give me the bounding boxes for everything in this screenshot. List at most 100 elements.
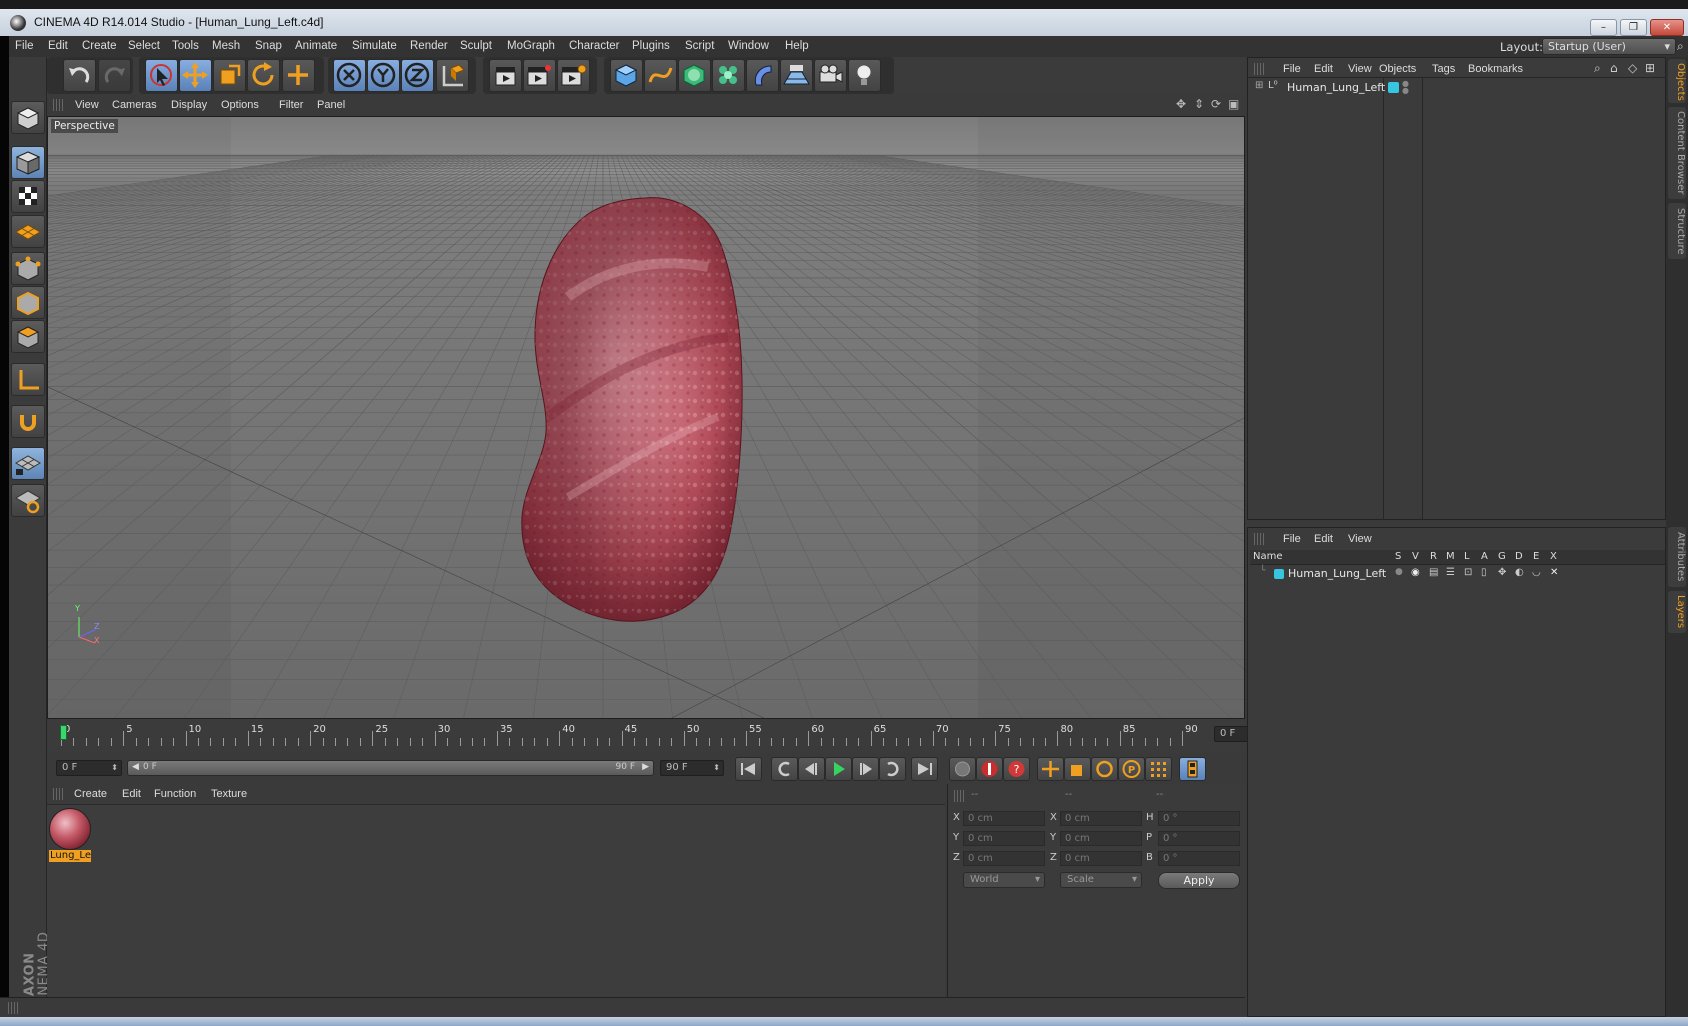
close-button[interactable]: ✕ xyxy=(1650,19,1684,36)
go-to-end-button[interactable] xyxy=(911,757,938,781)
model-mode-button[interactable] xyxy=(11,101,45,134)
menu-animate[interactable]: Animate xyxy=(295,40,337,52)
coord-size-z-field[interactable]: 0 cm xyxy=(1060,851,1142,866)
end-frame-field[interactable]: 90 F ⬍ xyxy=(660,760,724,776)
layer-color-swatch[interactable] xyxy=(1274,569,1284,579)
menu-help[interactable]: Help xyxy=(785,40,809,52)
render-view-button[interactable] xyxy=(489,59,522,92)
maximize-view-icon[interactable]: ▣ xyxy=(1228,97,1239,111)
col-expressions[interactable]: E xyxy=(1533,551,1539,562)
render-clapper-icon[interactable]: ▤ xyxy=(1429,567,1438,578)
range-left-arrow-icon[interactable]: ◀ xyxy=(132,762,139,772)
preview-range-slider[interactable]: ◀ 0 F 90 F ▶ xyxy=(127,760,654,776)
objects-menu-tags[interactable]: Tags xyxy=(1432,63,1455,75)
filter-icon[interactable]: ◇ xyxy=(1628,61,1637,75)
move-tool-button[interactable] xyxy=(179,59,212,92)
polygons-mode-button[interactable] xyxy=(11,320,45,353)
viewport-menu-view[interactable]: View xyxy=(75,99,99,111)
material-swatch-lung[interactable]: Lung_Le xyxy=(49,808,91,862)
menu-edit[interactable]: Edit xyxy=(48,40,68,52)
solo-toggle-icon[interactable]: ● xyxy=(1395,567,1403,577)
menu-script[interactable]: Script xyxy=(685,40,714,52)
coord-rot-p-field[interactable]: 0 ° xyxy=(1158,831,1240,846)
objects-menu-objects[interactable]: Objects xyxy=(1379,63,1416,75)
menu-tools[interactable]: Tools xyxy=(172,40,199,52)
key-parameter-button[interactable]: P xyxy=(1118,757,1145,781)
objects-menu-file[interactable]: File xyxy=(1283,63,1301,75)
deformer-button[interactable] xyxy=(746,59,779,92)
col-animation[interactable]: A xyxy=(1481,551,1488,562)
planar-workplane-button[interactable] xyxy=(11,484,45,517)
render-settings-button[interactable] xyxy=(557,59,590,92)
record-keys-off-button[interactable] xyxy=(949,757,976,781)
menu-window[interactable]: Window xyxy=(728,40,769,52)
redo-button[interactable] xyxy=(98,59,131,92)
key-pla-button[interactable] xyxy=(1145,757,1172,781)
human-lung-left-model[interactable] xyxy=(521,197,743,622)
objects-menu-view[interactable]: View xyxy=(1348,63,1372,75)
coord-rot-h-field[interactable]: 0 ° xyxy=(1158,811,1240,826)
col-manager[interactable]: M xyxy=(1446,551,1455,562)
menu-mesh[interactable]: Mesh xyxy=(212,40,240,52)
autokeying-button[interactable]: ? xyxy=(1003,757,1030,781)
manager-tree-icon[interactable]: ☰ xyxy=(1446,567,1455,578)
col-name[interactable]: Name xyxy=(1253,551,1283,562)
layer-row[interactable]: └ Human_Lung_Left ● ◉ ▤ ☰ ⊡ ▯ ✥ ◐ ◡ ✕ xyxy=(1250,566,1665,582)
viewport-menu-panel[interactable]: Panel xyxy=(317,99,345,111)
deformer-icon[interactable]: ◐ xyxy=(1515,567,1524,578)
tab-attributes[interactable]: Attributes xyxy=(1668,527,1686,587)
layer-name[interactable]: Human_Lung_Left xyxy=(1288,567,1386,580)
zoom-view-icon[interactable]: ⇕ xyxy=(1194,97,1204,111)
panel-gripper-icon[interactable] xyxy=(954,790,964,802)
key-position-button[interactable] xyxy=(1037,757,1064,781)
material-menu-edit[interactable]: Edit xyxy=(122,788,141,800)
material-menu-function[interactable]: Function xyxy=(154,788,196,800)
subdivision-surface-button[interactable] xyxy=(678,59,711,92)
layer-color-tag[interactable] xyxy=(1388,82,1399,93)
new-window-icon[interactable]: ⊞ xyxy=(1645,61,1655,75)
z-axis-lock-button[interactable] xyxy=(401,59,434,92)
render-picture-viewer-button[interactable] xyxy=(523,59,556,92)
col-view[interactable]: V xyxy=(1412,551,1419,562)
perspective-viewport[interactable]: Perspective Y Z X xyxy=(47,116,1245,719)
coord-size-y-field[interactable]: 0 cm xyxy=(1060,831,1142,846)
panel-gripper-icon[interactable] xyxy=(8,1002,18,1014)
y-axis-lock-button[interactable] xyxy=(367,59,400,92)
coord-rot-b-field[interactable]: 0 ° xyxy=(1158,851,1240,866)
layers-menu-file[interactable]: File xyxy=(1283,533,1301,545)
play-button[interactable] xyxy=(825,757,852,781)
floor-environment-button[interactable] xyxy=(780,59,813,92)
light-button[interactable] xyxy=(848,59,881,92)
menu-snap[interactable]: Snap xyxy=(255,40,282,52)
axis-mode-button[interactable] xyxy=(11,363,45,396)
move-view-icon[interactable]: ✥ xyxy=(1176,97,1186,111)
visibility-dots-icon[interactable]: ● ● xyxy=(1402,80,1409,95)
mograph-cloner-button[interactable] xyxy=(712,59,745,92)
panel-gripper-icon[interactable] xyxy=(1254,533,1264,545)
panel-gripper-icon[interactable] xyxy=(53,99,63,111)
texture-mode-button[interactable] xyxy=(11,180,45,213)
menu-character[interactable]: Character xyxy=(569,40,620,52)
create-tool-button[interactable] xyxy=(282,59,315,92)
tab-objects[interactable]: Objects xyxy=(1668,59,1686,103)
coord-pos-z-field[interactable]: 0 cm xyxy=(963,851,1045,866)
col-generators[interactable]: G xyxy=(1498,551,1506,562)
key-rotation-button[interactable] xyxy=(1091,757,1118,781)
lock-icon[interactable]: ⊡ xyxy=(1464,567,1472,578)
object-mode-button[interactable] xyxy=(11,146,45,179)
col-deformers[interactable]: D xyxy=(1515,551,1523,562)
timeline-window-button[interactable] xyxy=(1179,757,1206,781)
menu-render[interactable]: Render xyxy=(410,40,448,52)
record-active-objects-button[interactable] xyxy=(976,757,1003,781)
rotate-view-icon[interactable]: ⟳ xyxy=(1211,97,1221,111)
start-frame-field[interactable]: 0 F ⬍ xyxy=(56,760,122,776)
workplane-mode-button[interactable] xyxy=(11,215,45,248)
coord-transform-dropdown[interactable]: Scale ▾ xyxy=(1060,872,1142,888)
previous-frame-button[interactable] xyxy=(798,757,825,781)
workplane-lock-button[interactable] xyxy=(11,447,45,480)
camera-button[interactable] xyxy=(814,59,847,92)
generator-icon[interactable]: ✥ xyxy=(1498,567,1506,578)
object-name[interactable]: Human_Lung_Left xyxy=(1287,81,1385,94)
coord-pos-y-field[interactable]: 0 cm xyxy=(963,831,1045,846)
layout-dropdown[interactable]: Startup (User) ▾ xyxy=(1542,38,1676,55)
